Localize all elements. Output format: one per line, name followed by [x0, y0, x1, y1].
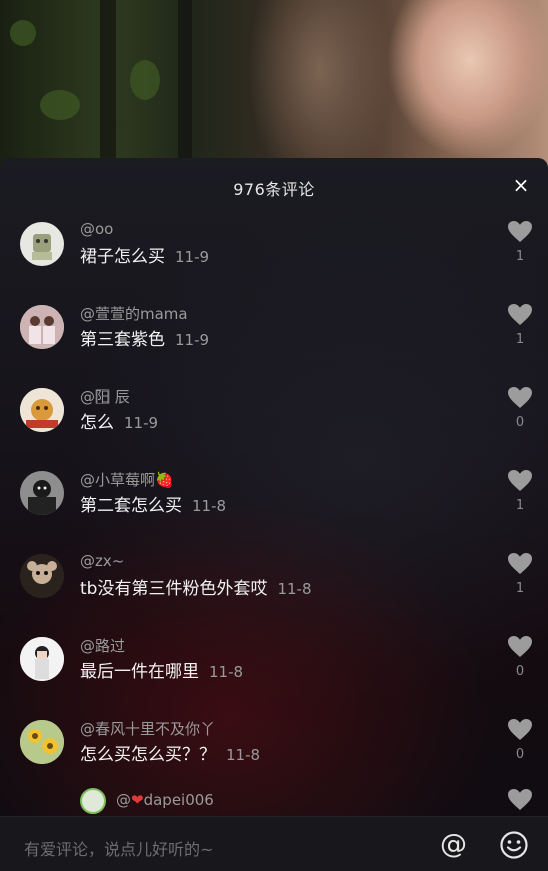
like-count: 1 — [515, 581, 525, 596]
like-button[interactable]: 1 — [506, 220, 534, 264]
heart-icon — [508, 789, 532, 810]
comment-input-bar: 有爱评论，说点儿好听的~ @ — [0, 816, 548, 871]
avatar[interactable] — [20, 222, 64, 266]
comment-text: 第二套怎么买 11-8 — [80, 496, 227, 516]
like-count: 1 — [515, 249, 525, 264]
comment-item: @oo 裙子怎么买 11-9 1 — [0, 220, 548, 304]
comment-input[interactable]: 有爱评论，说点儿好听的~ — [24, 836, 213, 860]
like-count: 0 — [515, 415, 525, 430]
heart-icon — [508, 470, 532, 491]
avatar[interactable] — [20, 388, 64, 432]
comment-text: tb没有第三件粉色外套哎 11-8 — [80, 579, 312, 599]
avatar[interactable] — [20, 471, 64, 515]
heart-icon — [508, 304, 532, 325]
comment-text: 裙子怎么买 11-9 — [80, 247, 210, 267]
heart-icon — [508, 636, 532, 657]
at-icon[interactable]: @ — [440, 829, 467, 860]
like-count: 1 — [515, 498, 525, 513]
smiley-icon[interactable] — [499, 830, 529, 864]
comment-date: 11-8 — [192, 497, 227, 515]
like-button[interactable]: 0 — [506, 635, 534, 679]
comment-username[interactable]: @春风十里不及你丫 — [80, 718, 215, 739]
comment-date: 11-9 — [175, 331, 210, 349]
heart-icon — [508, 221, 532, 242]
comment-item: @萱萱的mama 第三套紫色 11-9 1 — [0, 303, 548, 387]
panel-header: 976条评论 × — [0, 158, 548, 214]
video-background — [0, 0, 548, 170]
comment-date: 11-8 — [209, 663, 244, 681]
comment-item: @zx~ tb没有第三件粉色外套哎 11-8 1 — [0, 552, 548, 636]
comment-username[interactable]: @oo — [80, 220, 113, 238]
heart-icon: ❤ — [131, 791, 144, 809]
like-button[interactable] — [506, 788, 534, 811]
like-count: 1 — [515, 332, 525, 347]
comment-username[interactable]: @zx~ — [80, 552, 124, 570]
comment-username[interactable]: @阳⃞ 辰 — [80, 386, 130, 407]
like-button[interactable]: 0 — [506, 718, 534, 762]
comment-count-title: 976条评论 — [233, 180, 315, 199]
heart-icon — [508, 719, 532, 740]
comment-date: 11-9 — [124, 414, 159, 432]
like-button[interactable]: 1 — [506, 303, 534, 347]
like-button[interactable]: 0 — [506, 386, 534, 430]
comment-text: 怎么买怎么买？？ 11-8 — [80, 745, 261, 765]
like-count: 0 — [515, 664, 525, 679]
comment-text: 第三套紫色 11-9 — [80, 330, 210, 350]
reply-username[interactable]: @❤dapei006 — [116, 791, 214, 809]
comment-username[interactable]: @萱萱的mama — [80, 303, 188, 324]
comment-username[interactable]: @路过 — [80, 635, 125, 656]
comment-item: @春风十里不及你丫 怎么买怎么买？？ 11-8 0 — [0, 718, 548, 802]
comment-item: @路过 最后一件在哪里 11-8 0 — [0, 635, 548, 719]
comment-date: 11-8 — [226, 746, 261, 764]
avatar[interactable] — [80, 788, 106, 814]
heart-icon — [508, 553, 532, 574]
close-icon[interactable]: × — [510, 174, 532, 196]
comment-username[interactable]: @小草莓啊🍓 — [80, 469, 174, 490]
avatar[interactable] — [20, 720, 64, 764]
heart-icon — [508, 387, 532, 408]
like-button[interactable]: 1 — [506, 552, 534, 596]
comment-item: @小草莓啊🍓 第二套怎么买 11-8 1 — [0, 469, 548, 553]
avatar[interactable] — [20, 637, 64, 681]
comment-text: 最后一件在哪里 11-8 — [80, 662, 244, 682]
comment-text: 怎么 11-9 — [80, 413, 159, 433]
comment-date: 11-8 — [277, 580, 312, 598]
comment-item: @阳⃞ 辰 怎么 11-9 0 — [0, 386, 548, 470]
avatar[interactable] — [20, 305, 64, 349]
like-count: 0 — [515, 747, 525, 762]
comment-date: 11-9 — [175, 248, 210, 266]
avatar[interactable] — [20, 554, 64, 598]
like-button[interactable]: 1 — [506, 469, 534, 513]
